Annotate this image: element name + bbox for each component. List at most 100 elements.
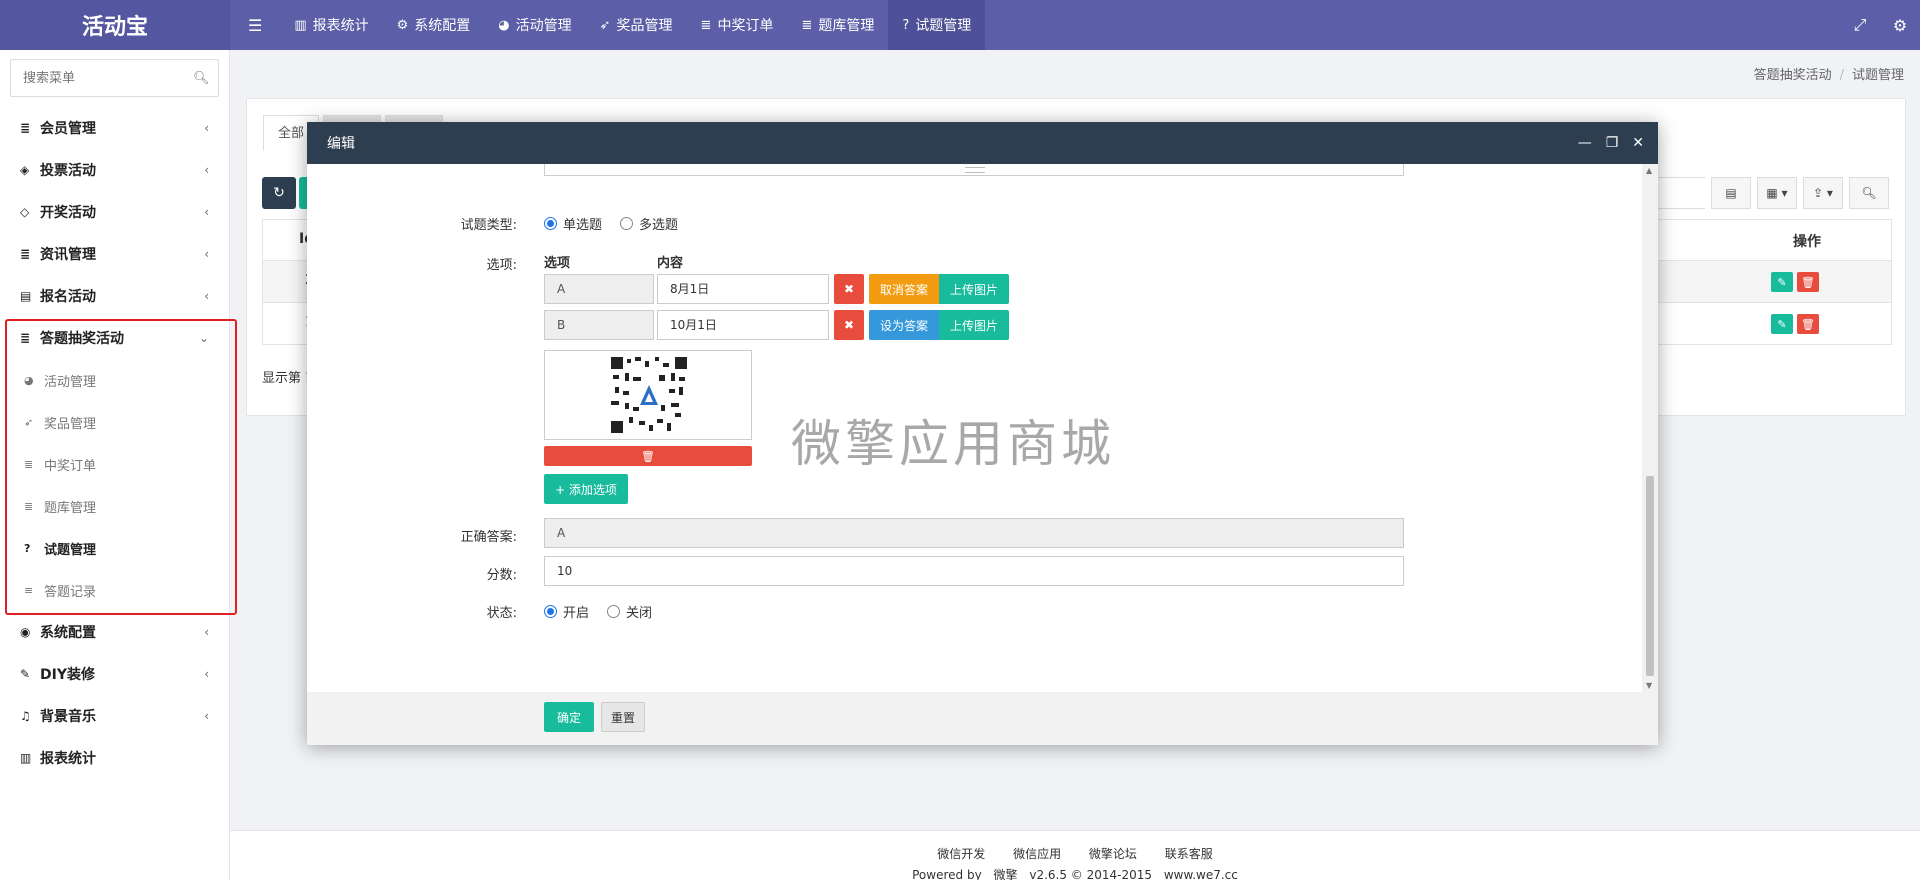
add-option-button[interactable]: + 添加选项 (544, 474, 628, 504)
radio-multiple[interactable] (620, 217, 634, 230)
sidebar-group-quiz[interactable]: ≣ 答题抽奖活动 ⌄ (0, 317, 229, 359)
sidebar: 🔍︎ ≣ 会员管理 ‹ ◈ 投票活动 ‹ ◇ 开奖活动 ‹ ≣ 资讯管理 ‹ ▤ 报名活动 ‹ ≣ 答… (0, 50, 230, 880)
radio-label: 多选题 (639, 218, 679, 233)
list-icon: ≣ (20, 121, 31, 135)
nav-label: 中奖订单 (717, 18, 774, 34)
sidebar-item-signup[interactable]: ▤ 报名活动 ‹ (0, 275, 229, 317)
radio-enabled[interactable] (544, 605, 557, 618)
confirm-button[interactable]: 确定 (544, 702, 594, 732)
chevron-down-icon: ⌄ (198, 331, 209, 345)
footer-site[interactable]: www.we7.cc (1164, 868, 1238, 880)
sidebar-sub-activity[interactable]: ◕ 活动管理 (0, 359, 229, 401)
table-tools: ▤ ▦ ▾ ⇪ ▾ 🔍︎ (1649, 177, 1889, 209)
nav-questions[interactable]: ? 试题管理 (888, 0, 986, 50)
scroll-thumb[interactable] (1646, 476, 1654, 676)
trash-icon[interactable]: 🗑 (1797, 314, 1819, 334)
sidebar-item-label: 活动管理 (44, 374, 97, 390)
sidebar-sub-question-bank[interactable]: ≣ 题库管理 (0, 485, 229, 527)
score-input[interactable]: 10 (544, 556, 1404, 586)
radio-single[interactable] (544, 217, 557, 230)
edit-icon[interactable]: ✎ (1771, 272, 1793, 292)
sidebar-item-diy[interactable]: ✎ DIY装修 ‹ (0, 653, 229, 695)
set-answer-button[interactable]: 设为答案 (869, 310, 939, 340)
page-footer: 微信开发 微信应用 微擎论坛 联系客服 Powered by 微擎 v2.6.5… (230, 830, 1920, 880)
minimize-icon[interactable]: — (1578, 135, 1592, 151)
trash-icon[interactable]: 🗑 (1797, 272, 1819, 292)
reset-button[interactable]: 重置 (601, 702, 645, 732)
breadcrumb-current: 试题管理 (1851, 68, 1904, 83)
list-icon: ≣ (700, 17, 712, 33)
nav-prize[interactable]: ➶ 奖品管理 (586, 0, 687, 50)
sidebar-item-label: 试题管理 (44, 542, 97, 558)
nav-system-config[interactable]: ⚙ 系统配置 (383, 0, 485, 50)
chevron-left-icon: ‹ (204, 205, 209, 219)
sidebar-sub-records[interactable]: ≡ 答题记录 (0, 569, 229, 611)
menu-toggle-icon[interactable]: ☰ (230, 0, 280, 50)
close-icon[interactable]: ✕ (1632, 135, 1644, 151)
search-icon[interactable]: 🔍︎ (193, 71, 210, 86)
nav-question-bank[interactable]: ≣ 题库管理 (787, 0, 888, 50)
search-input[interactable] (23, 70, 193, 86)
option-content-field[interactable]: 10月1日 (657, 310, 829, 340)
diamond-icon: ◇ (20, 205, 30, 219)
export-button[interactable]: ⇪ ▾ (1803, 177, 1843, 209)
scroll-up-icon[interactable]: ▲ (1646, 166, 1652, 175)
pie-icon: ◕ (24, 373, 34, 387)
radio-label: 开启 (563, 606, 590, 621)
correct-answer-field[interactable]: A (544, 518, 1404, 548)
book-icon: ▤ (20, 289, 32, 303)
edit-icon[interactable]: ✎ (1771, 314, 1793, 334)
cancel-answer-button[interactable]: 取消答案 (869, 274, 939, 304)
fullscreen-icon[interactable]: ⤢ (1840, 15, 1880, 35)
columns-button[interactable]: ▦ ▾ (1757, 177, 1797, 209)
refresh-button[interactable]: ↻ (262, 177, 296, 209)
sidebar-sub-prize[interactable]: ➶ 奖品管理 (0, 401, 229, 443)
sidebar-sub-questions[interactable]: ? 试题管理 (0, 527, 229, 569)
image-preview (544, 350, 752, 440)
maximize-icon[interactable]: ❐ (1606, 135, 1619, 151)
sidebar-item-vote[interactable]: ◈ 投票活动 ‹ (0, 149, 229, 191)
resize-handle[interactable] (965, 167, 985, 173)
scroll-down-icon[interactable]: ▼ (1646, 681, 1652, 690)
nav-activity[interactable]: ◕ 活动管理 (484, 0, 585, 50)
nav-report[interactable]: ▥ 报表统计 (280, 0, 382, 50)
settings-icon[interactable]: ⚙ (1880, 16, 1920, 35)
toggle-view-button[interactable]: ▤ (1711, 177, 1751, 209)
question-icon: ? (24, 541, 31, 555)
refresh-icon: ↻ (273, 185, 285, 201)
sidebar-search: 🔍︎ (10, 59, 219, 97)
footer-link[interactable]: 微信开发 (937, 847, 985, 861)
sidebar-item-news[interactable]: ≣ 资讯管理 ‹ (0, 233, 229, 275)
option-content-field[interactable]: 8月1日 (657, 274, 829, 304)
footer-link[interactable]: 微擎论坛 (1089, 847, 1137, 861)
nav-label: 报表统计 (312, 18, 369, 34)
modal-scrollbar[interactable]: ▲ ▼ (1642, 164, 1658, 692)
nav-orders[interactable]: ≣ 中奖订单 (687, 0, 788, 50)
delete-image-button[interactable]: 🗑 (544, 446, 752, 466)
sidebar-item-report[interactable]: ▥ 报表统计 (0, 737, 229, 779)
sidebar-item-lottery[interactable]: ◇ 开奖活动 ‹ (0, 191, 229, 233)
option-key-field[interactable]: B (544, 310, 654, 340)
sidebar-item-music[interactable]: ♫ 背景音乐 ‹ (0, 695, 229, 737)
sidebar-item-label: 背景音乐 (40, 709, 96, 725)
upload-image-button[interactable]: 上传图片 (939, 274, 1009, 304)
remove-option-button[interactable]: ✖ (834, 310, 864, 340)
modal-controls: — ❐ ✕ (1564, 122, 1644, 164)
footer-link[interactable]: 联系客服 (1165, 847, 1213, 861)
search-button[interactable]: 🔍︎ (1849, 177, 1889, 209)
powered-by-text: Powered by (912, 868, 982, 880)
remove-option-button[interactable]: ✖ (834, 274, 864, 304)
sidebar-item-members[interactable]: ≣ 会员管理 ‹ (0, 107, 229, 149)
footer-link[interactable]: 微信应用 (1013, 847, 1061, 861)
gear-icon: ⚙ (396, 17, 409, 33)
content-textarea[interactable] (544, 164, 1404, 176)
sidebar-item-system[interactable]: ◉ 系统配置 ‹ (0, 611, 229, 653)
upload-image-button[interactable]: 上传图片 (939, 310, 1009, 340)
app-logo[interactable]: 活动宝 (0, 0, 230, 50)
radio-disabled[interactable] (607, 605, 621, 618)
option-key-field[interactable]: A (544, 274, 654, 304)
sidebar-sub-orders[interactable]: ≣ 中奖订单 (0, 443, 229, 485)
breadcrumb-parent[interactable]: 答题抽奖活动 (1754, 68, 1832, 83)
sidebar-item-label: 资讯管理 (40, 247, 96, 263)
footer-brand[interactable]: 微擎 (994, 868, 1018, 880)
